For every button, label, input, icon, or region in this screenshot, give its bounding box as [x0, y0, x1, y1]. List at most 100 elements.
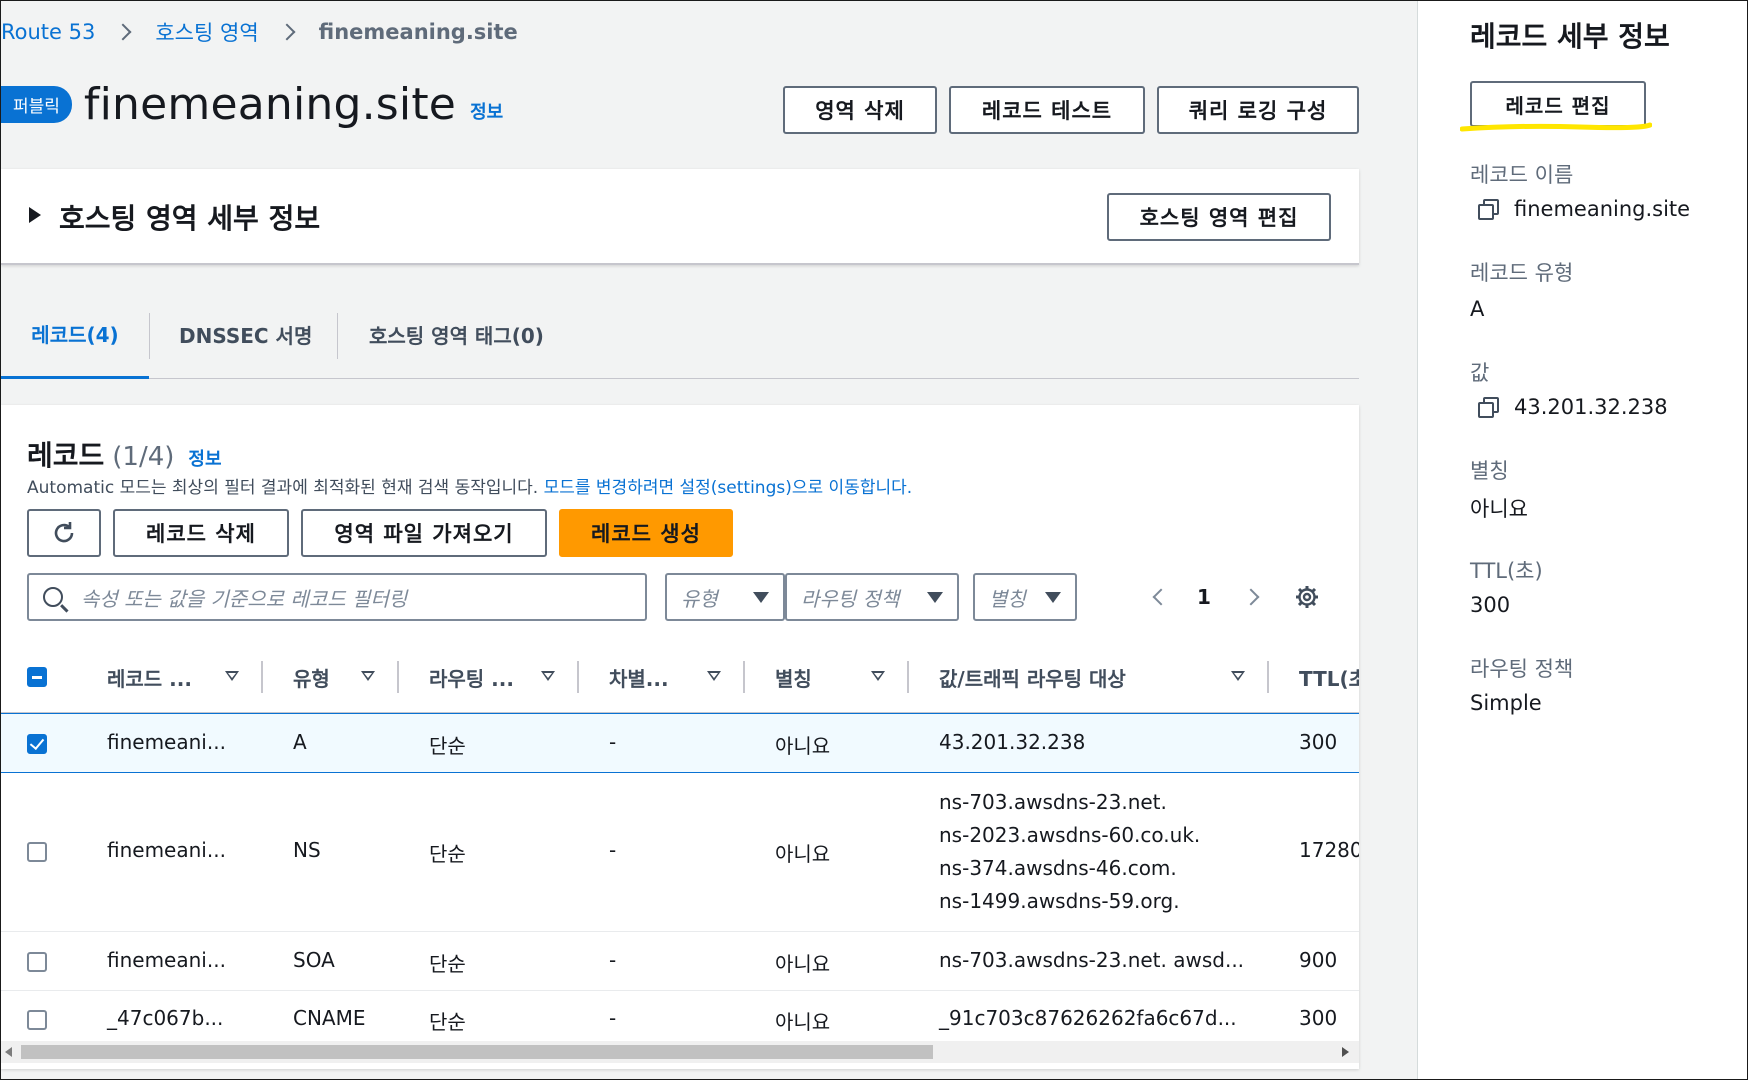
- col-alias[interactable]: 별칭: [775, 641, 812, 713]
- row-checkbox[interactable]: [27, 1010, 47, 1030]
- page-header: 퍼블릭 finemeaning.site 정보: [1, 79, 503, 130]
- cell-ttl: 300: [1299, 1006, 1338, 1030]
- sort-icon[interactable]: [707, 671, 721, 681]
- row-checkbox[interactable]: [27, 952, 47, 972]
- scroll-right-arrow-icon[interactable]: [1342, 1047, 1349, 1057]
- search-icon: [43, 587, 63, 607]
- cell-value: _91c703c87626262fa6c67d...: [939, 1006, 1237, 1030]
- cell-record-name: finemeani...: [107, 948, 226, 972]
- delete-record-button[interactable]: 레코드 삭제: [113, 509, 289, 557]
- cell-routing: 단순: [429, 734, 466, 758]
- cell-type: CNAME: [293, 1006, 366, 1030]
- column-resizer[interactable]: [397, 661, 399, 693]
- scroll-left-arrow-icon[interactable]: [5, 1047, 12, 1057]
- sort-icon[interactable]: [361, 671, 375, 681]
- sort-icon[interactable]: [1231, 671, 1245, 681]
- row-checkbox[interactable]: [27, 842, 47, 862]
- caret-down-icon: [753, 591, 769, 603]
- chevron-right-icon: [278, 23, 296, 41]
- hosted-zone-details-label[interactable]: 호스팅 영역 세부 정보: [59, 197, 320, 237]
- table-row[interactable]: finemeani... A 단순 - 아니요 43.201.32.238 30…: [1, 713, 1359, 773]
- query-logging-button[interactable]: 쿼리 로깅 구성: [1157, 86, 1359, 134]
- cell-routing: 단순: [429, 842, 466, 866]
- horizontal-scrollbar[interactable]: [1, 1041, 1359, 1063]
- cell-differentiator: -: [609, 948, 617, 972]
- tab-bar: 레코드(4) DNSSEC 서명 호스팅 영역 태그(0): [1, 291, 1359, 379]
- table-row[interactable]: finemeani... SOA 단순 - 아니요 ns-703.awsdns-…: [1, 933, 1359, 991]
- info-link[interactable]: 정보: [470, 98, 503, 124]
- value-value: 43.201.32.238: [1478, 395, 1668, 419]
- scrollbar-thumb[interactable]: [21, 1045, 933, 1059]
- record-name-text: finemeaning.site: [1514, 197, 1691, 221]
- routing-filter-select[interactable]: 라우팅 정책: [785, 573, 959, 621]
- tab-dnssec[interactable]: DNSSEC 서명: [179, 291, 312, 377]
- column-resizer[interactable]: [1267, 661, 1269, 693]
- table-row[interactable]: finemeani... NS 단순 - 아니요 ns-703.awsdns-2…: [1, 774, 1359, 932]
- alias-filter-select[interactable]: 별칭: [973, 573, 1077, 621]
- column-resizer[interactable]: [743, 661, 745, 693]
- records-count: (1/4): [112, 442, 175, 472]
- delete-zone-button[interactable]: 영역 삭제: [783, 86, 937, 134]
- alias-label: 별칭: [1470, 459, 1509, 483]
- cell-ttl: 17280: [1299, 838, 1359, 862]
- row-checkbox[interactable]: [27, 734, 47, 754]
- records-description: Automatic 모드는 최상의 필터 결과에 최적화된 현재 검색 동작입니…: [27, 473, 912, 498]
- cell-value: 43.201.32.238: [939, 730, 1086, 754]
- copy-icon[interactable]: [1478, 199, 1499, 220]
- expand-triangle-icon[interactable]: [29, 207, 41, 223]
- type-filter-select[interactable]: 유형: [665, 573, 785, 621]
- cell-type: SOA: [293, 948, 335, 972]
- select-all-checkbox[interactable]: [27, 667, 47, 687]
- cell-differentiator: -: [609, 1006, 617, 1030]
- col-record-name[interactable]: 레코드 ...: [107, 641, 192, 713]
- sort-icon[interactable]: [541, 671, 555, 681]
- value-text: 43.201.32.238: [1514, 395, 1668, 419]
- breadcrumb-hosted-zones[interactable]: 호스팅 영역: [155, 17, 258, 47]
- col-type[interactable]: 유형: [293, 641, 330, 713]
- settings-link[interactable]: 모드를 변경하려면 설정(settings)으로 이동합니다.: [544, 478, 913, 498]
- table-row[interactable]: _47c067b... CNAME 단순 - 아니요 _91c703c87626…: [1, 992, 1359, 1040]
- tab-divider: [337, 313, 338, 359]
- column-resizer[interactable]: [261, 661, 263, 693]
- column-resizer[interactable]: [577, 661, 579, 693]
- cell-ttl: 900: [1299, 948, 1338, 972]
- copy-icon[interactable]: [1478, 397, 1499, 418]
- breadcrumb: Route 53 호스팅 영역 finemeaning.site: [1, 17, 518, 47]
- breadcrumb-route53[interactable]: Route 53: [1, 20, 95, 44]
- caret-down-icon: [927, 591, 943, 603]
- col-routing[interactable]: 라우팅 ...: [429, 641, 514, 713]
- records-title: 레코드: [27, 439, 105, 472]
- cell-routing: 단순: [429, 1010, 466, 1034]
- page-number[interactable]: 1: [1197, 585, 1211, 609]
- type-filter-label: 유형: [681, 586, 718, 611]
- create-record-button[interactable]: 레코드 생성: [559, 509, 733, 557]
- cell-record-name: finemeani...: [107, 838, 226, 862]
- edit-hosted-zone-button[interactable]: 호스팅 영역 편집: [1107, 193, 1331, 241]
- search-placeholder: 속성 또는 값을 기준으로 레코드 필터링: [81, 586, 408, 611]
- cell-alias: 아니요: [775, 952, 831, 976]
- records-info-link[interactable]: 정보: [188, 445, 221, 471]
- import-zone-file-button[interactable]: 영역 파일 가져오기: [301, 509, 547, 557]
- tab-divider: [149, 313, 150, 359]
- gear-icon[interactable]: [1295, 585, 1319, 609]
- sort-icon[interactable]: [225, 671, 239, 681]
- routing-policy-label: 라우팅 정책: [1470, 657, 1574, 681]
- alias-value: 아니요: [1470, 497, 1528, 521]
- chevron-left-icon[interactable]: [1152, 588, 1170, 606]
- column-resizer[interactable]: [907, 661, 909, 693]
- col-differentiator[interactable]: 차별...: [609, 641, 669, 713]
- tab-tags[interactable]: 호스팅 영역 태그(0): [369, 291, 544, 377]
- test-record-button[interactable]: 레코드 테스트: [949, 86, 1145, 134]
- record-details-title: 레코드 세부 정보: [1470, 20, 1670, 53]
- record-filter-input[interactable]: 속성 또는 값을 기준으로 레코드 필터링: [27, 573, 647, 621]
- col-ttl[interactable]: TTL(초: [1299, 641, 1359, 713]
- pagination: 1: [1152, 585, 1260, 609]
- refresh-button[interactable]: [27, 509, 101, 557]
- col-value[interactable]: 값/트래픽 라우팅 대상: [939, 641, 1126, 713]
- tab-records[interactable]: 레코드(4): [1, 291, 149, 379]
- cell-record-name: finemeani...: [107, 730, 226, 754]
- record-name-label: 레코드 이름: [1470, 163, 1574, 187]
- sort-icon[interactable]: [871, 671, 885, 681]
- cell-value-line: ns-2023.awsdns-60.co.uk.: [939, 823, 1201, 847]
- chevron-right-icon[interactable]: [1242, 588, 1260, 606]
